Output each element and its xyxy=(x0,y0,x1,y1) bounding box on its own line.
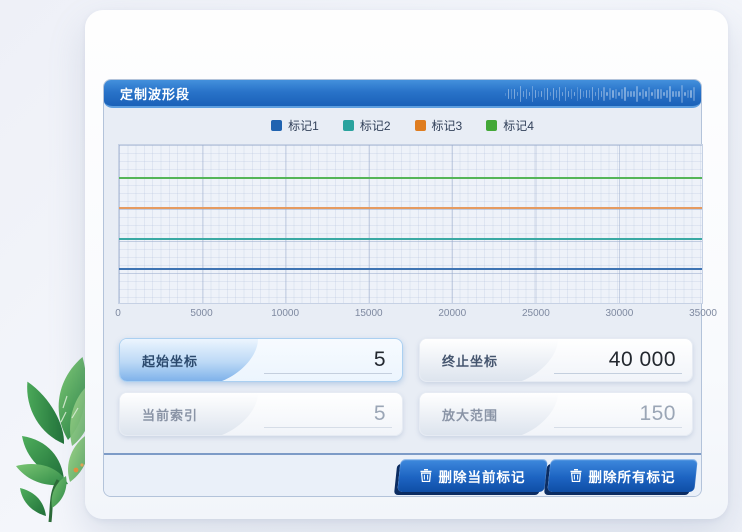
field-value: 5 xyxy=(374,393,386,435)
x-axis-ticks: 0 5000 10000 15000 20000 25000 30000 350… xyxy=(118,308,703,322)
legend-swatch-icon xyxy=(343,120,354,131)
legend-swatch-icon xyxy=(486,120,497,131)
trash-icon xyxy=(570,469,582,482)
chart-legend: 标记1 标记2 标记3 标记4 xyxy=(104,110,701,140)
x-tick: 5000 xyxy=(190,308,212,319)
legend-swatch-icon xyxy=(415,120,426,131)
legend-label: 标记1 xyxy=(288,117,319,134)
field-underline xyxy=(264,373,392,374)
field-label: 终止坐标 xyxy=(442,339,498,381)
x-tick: 35000 xyxy=(689,308,717,319)
waveform-chart[interactable] xyxy=(118,144,703,304)
x-tick: 25000 xyxy=(522,308,550,319)
delete-all-marks-button[interactable]: 删除所有标记 xyxy=(547,459,697,492)
trash-icon xyxy=(420,469,432,482)
current-index-field: 当前索引 5 xyxy=(119,392,403,436)
legend-label: 标记2 xyxy=(360,117,391,134)
field-value: 150 xyxy=(639,393,676,435)
audio-waveform-decoration xyxy=(505,83,695,105)
zoom-range-field: 放大范围 150 xyxy=(419,392,693,436)
x-tick: 10000 xyxy=(271,308,299,319)
delete-current-mark-button[interactable]: 删除当前标记 xyxy=(397,459,547,492)
legend-item-mark2: 标记2 xyxy=(343,117,391,134)
legend-item-mark1: 标记1 xyxy=(271,117,319,134)
marker-line-1 xyxy=(119,268,702,270)
field-label: 起始坐标 xyxy=(142,339,198,381)
field-value[interactable]: 5 xyxy=(374,339,386,381)
marker-line-4 xyxy=(119,177,702,179)
delete-current-mark-content: 删除当前标记 xyxy=(399,459,546,492)
field-label: 放大范围 xyxy=(442,393,498,435)
plant-lower-leaves xyxy=(16,434,89,485)
field-underline xyxy=(554,373,682,374)
button-label: 删除所有标记 xyxy=(589,466,676,486)
legend-item-mark3: 标记3 xyxy=(415,117,463,134)
waveform-panel: 定制波形段 标记1 标记2 标记3 标记4 xyxy=(103,79,702,497)
panel-header: 定制波形段 xyxy=(104,80,701,108)
legend-item-mark4: 标记4 xyxy=(486,117,534,134)
end-coordinate-field[interactable]: 终止坐标 40 000 xyxy=(419,338,693,382)
panel-footer: 删除当前标记 删除所有标记 xyxy=(104,455,701,496)
x-tick: 30000 xyxy=(605,308,633,319)
field-value[interactable]: 40 000 xyxy=(609,339,676,381)
field-underline xyxy=(264,427,392,428)
legend-swatch-icon xyxy=(271,120,282,131)
legend-label: 标记3 xyxy=(432,117,463,134)
delete-all-marks-content: 删除所有标记 xyxy=(549,459,696,492)
start-coordinate-field[interactable]: 起始坐标 5 xyxy=(119,338,403,382)
x-tick: 0 xyxy=(115,308,121,319)
marker-line-3 xyxy=(119,207,702,209)
plant-flower-dot xyxy=(74,468,79,473)
x-tick: 15000 xyxy=(355,308,383,319)
app-card: 定制波形段 标记1 标记2 标记3 标记4 xyxy=(85,10,728,519)
field-underline xyxy=(554,427,682,428)
field-label: 当前索引 xyxy=(142,393,198,435)
x-tick: 20000 xyxy=(438,308,466,319)
marker-line-2 xyxy=(119,238,702,240)
button-label: 删除当前标记 xyxy=(439,466,526,486)
legend-label: 标记4 xyxy=(503,117,534,134)
panel-title: 定制波形段 xyxy=(104,84,190,103)
